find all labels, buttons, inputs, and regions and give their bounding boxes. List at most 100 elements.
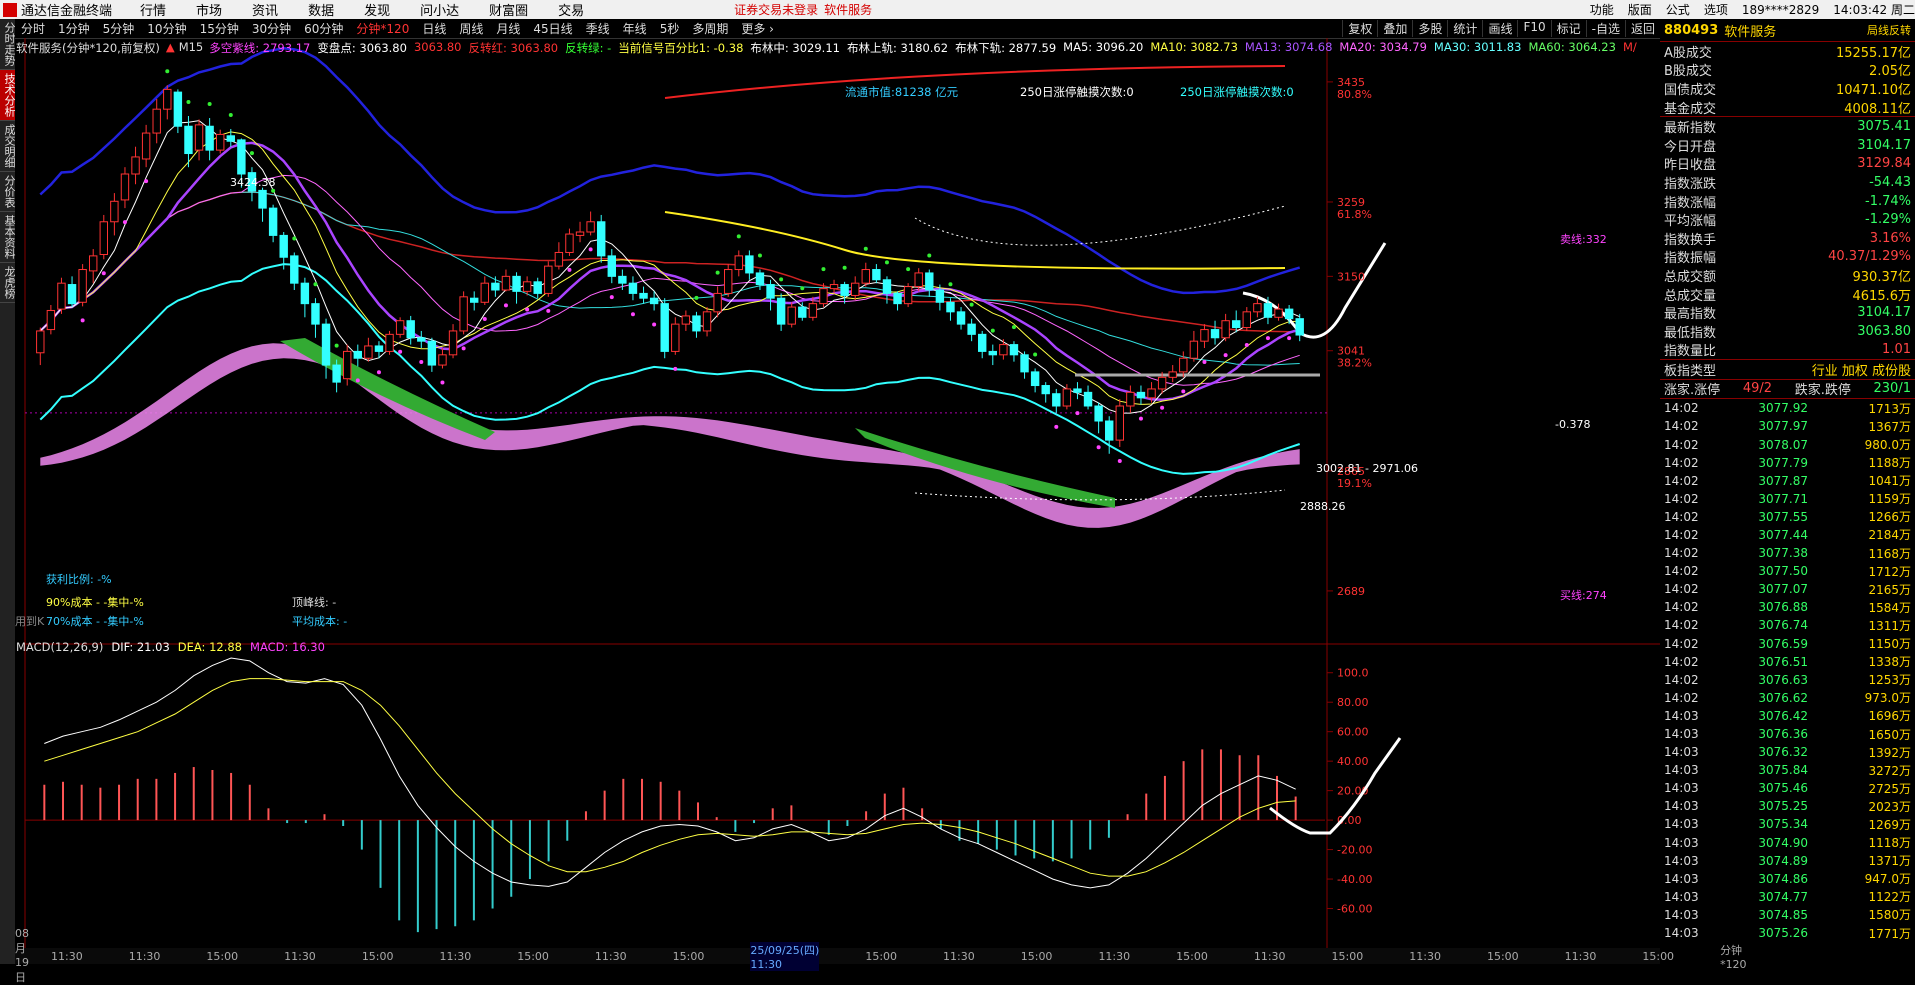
period-tab[interactable]: 15分钟 — [200, 20, 239, 37]
period-tab[interactable]: 30分钟 — [252, 20, 291, 37]
left-tab[interactable]: 分价表 — [0, 172, 16, 212]
right-menu-item[interactable]: 选项 — [1704, 1, 1728, 18]
login-warning[interactable]: 证券交易未登录 — [734, 1, 818, 18]
stat-row: 指数量比 1.01 — [1660, 341, 1915, 359]
candle — [533, 277, 542, 299]
period-tab[interactable]: 5秒 — [660, 20, 680, 37]
tick-row: 14:03 3075.84 3272万 — [1660, 761, 1915, 779]
period-tab[interactable]: 更多 › — [741, 20, 774, 37]
period-tab[interactable]: 分钟*120 — [356, 20, 409, 37]
candle — [702, 307, 712, 337]
toolbar-button[interactable]: F10 — [1517, 20, 1550, 37]
indicator-value: MA20: 3034.79 — [1339, 40, 1427, 54]
candle-body — [163, 88, 172, 110]
account-label[interactable]: 189****2829 — [1742, 3, 1819, 17]
candle-body — [840, 284, 849, 296]
tick-list[interactable]: 14:02 3077.92 1713万 14:02 3077.97 1367万 14:02 3… — [1660, 398, 1915, 942]
candle — [745, 250, 754, 280]
tick-row: 14:03 3075.25 2023万 — [1660, 797, 1915, 815]
signal-dot — [821, 267, 826, 272]
toolbar-button[interactable]: 画线 — [1482, 20, 1517, 37]
candle — [173, 89, 183, 134]
period-tab[interactable]: 60分钟 — [304, 20, 343, 37]
sector-type-value[interactable]: 行业 加权 成份股 — [1812, 360, 1911, 379]
period-tab[interactable]: 多周期 — [692, 20, 728, 37]
toolbar-button[interactable]: 多股 — [1412, 20, 1447, 37]
menu-item[interactable]: 问小达 — [420, 0, 459, 19]
sell-line-label: 卖线:332 — [1560, 233, 1607, 246]
indicator-value: MA60: 3064.23 — [1528, 40, 1616, 54]
macd-axis-label: 80.00 — [1337, 696, 1369, 709]
period-tab[interactable]: 月线 — [496, 20, 520, 37]
period-tab[interactable]: 5分钟 — [103, 20, 135, 37]
tick-row: 14:02 3076.51 1338万 — [1660, 653, 1915, 671]
candle — [1083, 385, 1093, 410]
indicator-value: 3063.80 — [413, 40, 462, 54]
period-tab[interactable]: 10分钟 — [147, 20, 186, 37]
candle-body — [459, 296, 468, 332]
toolbar-button[interactable]: -自选 — [1585, 20, 1625, 37]
candle-body — [1020, 354, 1029, 373]
menu-item[interactable]: 市场 — [196, 0, 222, 19]
candle-body — [1083, 391, 1093, 407]
period-tab[interactable]: 1分钟 — [58, 20, 90, 37]
candle — [724, 264, 733, 297]
tick-time: 14:02 — [1664, 401, 1699, 416]
period-tab[interactable]: 年线 — [623, 20, 647, 37]
candle — [766, 279, 775, 311]
menu-item[interactable]: 资讯 — [252, 0, 278, 19]
signal-dot — [969, 302, 974, 307]
candle — [290, 252, 299, 290]
period-tab[interactable]: 日线 — [422, 20, 446, 37]
right-menu-item[interactable]: 功能 — [1590, 1, 1614, 18]
left-tab[interactable]: 基本资料 — [0, 212, 16, 263]
dotted-sell-line — [914, 205, 1286, 246]
right-menu: 功能 版面 公式 选项 — [1576, 1, 1728, 18]
candle-body — [639, 292, 648, 299]
time-axis-label: 25/09/25(四) 11:30 — [750, 941, 820, 971]
tick-price: 3075.26 — [1758, 926, 1808, 941]
period-tab[interactable]: 季线 — [586, 20, 610, 37]
candle-body — [46, 309, 56, 331]
indicator-header: 软件服务(分钟*120,前复权) ▲ M15 多空紫线: 2793.17 变盘点:… — [16, 40, 1644, 55]
tick-row: 14:03 3074.89 1371万 — [1660, 852, 1915, 870]
macd-axis-label: 40.00 — [1337, 755, 1369, 768]
menu-item[interactable]: 交易 — [558, 0, 584, 19]
toolbar-button[interactable]: 复权 — [1342, 20, 1377, 37]
signal-dot — [757, 253, 762, 258]
left-tab[interactable]: 技术分析 — [0, 70, 16, 121]
right-menu-item[interactable]: 版面 — [1628, 1, 1652, 18]
toolbar-button[interactable]: 返回 — [1624, 20, 1660, 37]
service-link[interactable]: 软件服务 — [824, 1, 872, 18]
toolbar-button[interactable]: 叠加 — [1377, 20, 1412, 37]
period-tab[interactable]: 45日线 — [533, 20, 572, 37]
menu-item[interactable]: 发现 — [364, 0, 390, 19]
toolbar-button[interactable]: 标记 — [1550, 20, 1586, 37]
period-tab[interactable]: 分时 — [21, 20, 45, 37]
tick-volume: 1150万 — [1868, 637, 1911, 652]
tick-time: 14:02 — [1664, 546, 1699, 561]
stat-key: B股成交 — [1664, 64, 1712, 80]
candle-body — [1221, 320, 1230, 339]
candle — [300, 277, 310, 318]
tick-price: 3076.62 — [1758, 690, 1808, 705]
period-tab[interactable]: 周线 — [459, 20, 483, 37]
left-tab[interactable]: 龙虎榜 — [0, 263, 16, 303]
candle-body — [935, 289, 945, 303]
menu-item[interactable]: 行情 — [140, 0, 166, 19]
right-menu-item[interactable]: 公式 — [1666, 1, 1690, 18]
candle — [1189, 330, 1199, 362]
signal-dot — [1287, 336, 1292, 341]
signal-dot — [842, 265, 847, 270]
left-tab[interactable]: 成交明细 — [0, 121, 16, 172]
left-tab[interactable]: 分时走势 — [0, 19, 16, 70]
kline-chart[interactable]: 100.080.0060.0040.0020.000.00-20.00-40.0… — [15, 38, 1660, 948]
menu-item[interactable]: 数据 — [308, 0, 334, 19]
tick-time: 14:02 — [1664, 600, 1699, 615]
tick-row: 14:02 3077.92 1713万 — [1660, 399, 1915, 417]
toolbar-button[interactable]: 统计 — [1447, 20, 1482, 37]
signal-dot — [1033, 352, 1038, 357]
menu-item[interactable]: 财富圈 — [489, 0, 528, 19]
tick-volume: 1188万 — [1868, 456, 1911, 471]
tick-volume: 973.0万 — [1864, 691, 1911, 706]
